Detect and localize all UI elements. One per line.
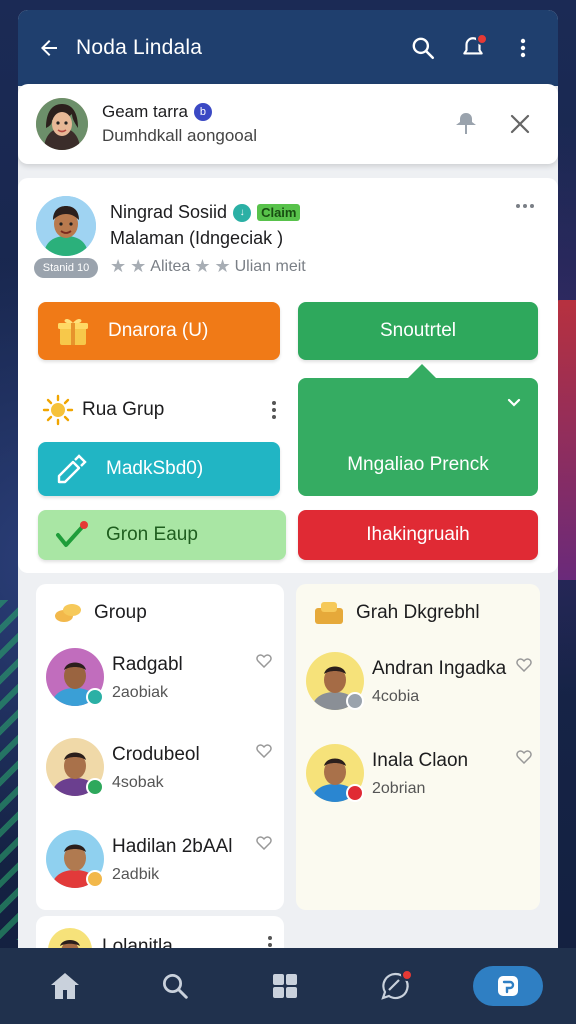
notification-badge: [401, 969, 413, 981]
chevron-down-icon[interactable]: [504, 392, 524, 412]
gift-box-icon: [54, 313, 96, 349]
avatar[interactable]: [36, 196, 96, 256]
teal-action-label: MadkSbd0): [106, 458, 204, 479]
list-item[interactable]: Inala Claon 2obrian: [306, 744, 538, 808]
groups-left-header: Group: [94, 602, 147, 623]
arrow-left-icon: [41, 40, 57, 56]
status-icon: [346, 692, 364, 710]
avatar: [36, 98, 88, 150]
grid-icon: [273, 974, 297, 998]
status-icon: [86, 688, 104, 706]
list-item[interactable]: Crodubeol 4sobak: [46, 738, 278, 802]
more-vert-icon[interactable]: [272, 401, 276, 419]
check-icon: [52, 517, 94, 553]
notification-card[interactable]: Geam tarra b Dumhdkall aongooal: [18, 84, 558, 164]
close-button[interactable]: [500, 104, 540, 144]
home-icon: [51, 973, 79, 999]
heart-icon[interactable]: [516, 658, 532, 672]
item-name: Inala Claon: [372, 750, 469, 771]
app-window: Noda Lindala Geam tarra b Dumhdkall aong…: [18, 10, 558, 1024]
notification-badge: [476, 33, 488, 45]
claim-badge[interactable]: Claim: [257, 204, 301, 221]
groups-card-left: Group Radgabl 2aobiak Crodubeol 4sobak H…: [36, 584, 284, 910]
list-item[interactable]: Andran Ingadka 4cobia: [306, 652, 538, 716]
nav-home[interactable]: [33, 961, 97, 1011]
list-item[interactable]: Hadilan 2bAAl 2adbik: [46, 830, 278, 894]
rating-text: Alitea: [150, 257, 191, 275]
notification-subtitle: Dumhdkall aongooal: [102, 126, 257, 145]
lightgreen-action-label: Gron Eaup: [106, 524, 198, 545]
item-meta: 2obrian: [372, 780, 426, 797]
nav-chat[interactable]: [363, 961, 427, 1011]
green-action-label: Snoutrtel: [379, 320, 457, 341]
star-icon: ★: [130, 256, 147, 276]
profile-card: Stanid 10 Ningrad Sosiid ↓ Claim Malaman…: [18, 178, 558, 573]
notifications-button[interactable]: [452, 27, 494, 69]
heart-icon[interactable]: [256, 654, 272, 668]
item-meta: 2aobiak: [112, 684, 169, 701]
back-button[interactable]: [32, 31, 66, 65]
group-row[interactable]: Rua Grup: [42, 390, 282, 430]
nav-search[interactable]: [143, 961, 207, 1011]
user-avatar-image: [36, 196, 96, 256]
groups-right-header: Grah Dkgrebhl: [356, 602, 480, 623]
profile-rating: ★ ★ Alitea ★ ★ Ulian meit: [110, 256, 306, 277]
star-icon: ★: [110, 256, 127, 276]
teal-action-button[interactable]: MadkSbd0): [38, 442, 280, 496]
nav-profile[interactable]: [473, 966, 543, 1006]
pin-button[interactable]: [446, 104, 486, 144]
gold-box-icon: [315, 602, 343, 624]
item-meta: 4cobia: [372, 688, 420, 705]
search-button[interactable]: [402, 27, 444, 69]
pin-icon: [456, 113, 476, 134]
item-name: Hadilan 2bAAl: [112, 836, 233, 857]
search-icon: [412, 37, 435, 60]
sun-icon: [42, 394, 74, 426]
profile-name: Ningrad Sosiid: [110, 202, 228, 222]
status-icon: [86, 870, 104, 888]
status-icon: [86, 778, 104, 796]
item-name: Andran Ingadka: [372, 658, 507, 679]
group-row-label: Rua Grup: [82, 399, 165, 420]
pencil-edit-icon: [52, 451, 94, 487]
profile-handle: Malaman (Idngeciak ): [110, 228, 284, 248]
more-options-button[interactable]: [502, 27, 544, 69]
item-meta: 4sobak: [112, 774, 164, 791]
profile-icon: [498, 976, 518, 996]
heart-icon[interactable]: [516, 750, 532, 764]
rating-text: Ulian meit: [234, 257, 306, 275]
groups-card-right: Grah Dkgrebhl Andran Ingadka 4cobia Inal…: [296, 584, 540, 910]
top-app-bar: Noda Lindala: [18, 10, 558, 86]
verified-badge-icon: b: [193, 103, 212, 121]
star-icon: ★: [214, 256, 231, 276]
green-action-button[interactable]: Snoutrtel: [298, 302, 538, 360]
nav-grid[interactable]: [253, 961, 317, 1011]
list-item[interactable]: Radgabl 2aobiak: [46, 648, 278, 712]
more-vert-icon: [520, 38, 526, 58]
more-horizontal-icon[interactable]: [508, 196, 542, 216]
profile-tag: Stanid 10: [34, 258, 98, 278]
item-name: Radgabl: [112, 654, 183, 675]
heart-icon[interactable]: [256, 836, 272, 850]
bottom-navigation: [0, 948, 576, 1024]
green-dropdown-panel[interactable]: Mngaliao Prenck: [298, 364, 538, 496]
status-icon: [346, 784, 364, 802]
item-name: Crodubeol: [112, 744, 200, 765]
notification-sender-name: Geam tarra: [102, 102, 188, 121]
page-title: Noda Lindala: [76, 36, 203, 59]
red-action-label: Ihakingruaih: [366, 524, 470, 545]
status-icon: ↓: [233, 203, 252, 222]
star-icon: ★: [194, 256, 211, 276]
orange-action-button[interactable]: Dnarora (U): [38, 302, 280, 360]
coins-icon: [55, 604, 81, 622]
orange-action-label: Dnarora (U): [108, 320, 209, 341]
search-icon: [163, 974, 188, 999]
user-avatar-image: [36, 98, 88, 150]
close-icon: [510, 114, 530, 134]
red-action-button[interactable]: Ihakingruaih: [298, 510, 538, 560]
green-panel-label: Mngaliao Prenck: [347, 454, 489, 475]
heart-icon[interactable]: [256, 744, 272, 758]
lightgreen-action-button[interactable]: Gron Eaup: [38, 510, 286, 560]
item-meta: 2adbik: [112, 866, 160, 883]
